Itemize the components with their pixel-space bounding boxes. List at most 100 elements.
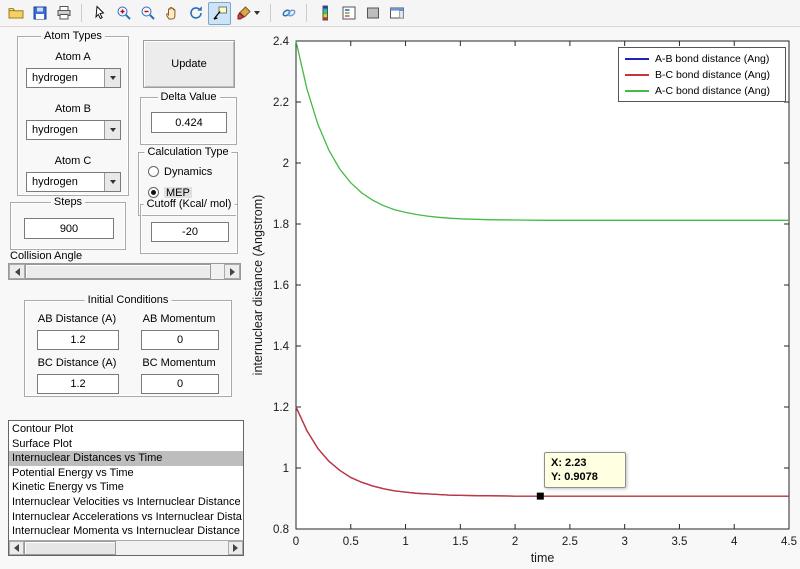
hscroll-right-arrow[interactable]: [228, 541, 243, 555]
list-item[interactable]: Potential Energy vs Time: [9, 466, 243, 481]
datatip-y-value: Y: 0.9078: [551, 471, 598, 483]
atom-types-group: Atom Types Atom A hydrogen Atom B hydrog…: [17, 30, 129, 196]
svg-text:time: time: [531, 551, 555, 565]
zoom-out-icon: [141, 6, 155, 20]
list-item[interactable]: Internuclear Distances vs Time: [9, 451, 243, 466]
brush-icon: [237, 6, 251, 20]
list-item[interactable]: Internuclear Accelerations vs Internucle…: [9, 510, 243, 525]
initial-conditions-title: Initial Conditions: [84, 294, 172, 307]
ab-distance-field[interactable]: [37, 330, 119, 350]
dropdown-button[interactable]: [104, 173, 120, 191]
open-file-button[interactable]: [4, 2, 27, 25]
steps-group: Steps: [10, 196, 126, 250]
svg-text:0.5: 0.5: [343, 536, 359, 548]
figure-toolbar: [0, 0, 800, 27]
update-button[interactable]: Update: [143, 40, 235, 88]
plot-canvas[interactable]: 0 0.5 1 1.5 2 2.5 3 3.5 4 4.5 0.8 1 1.2 1.4 1.6 1.8 2 2.2…: [248, 28, 800, 569]
legend-label: A-C bond distance (Ang): [655, 84, 770, 97]
svg-text:4.5: 4.5: [781, 536, 797, 548]
radio-dynamics[interactable]: Dynamics: [148, 165, 212, 178]
brush-dropdown-icon[interactable]: [254, 11, 260, 15]
ab-distance-label: AB Distance (A): [37, 313, 117, 325]
insert-legend-button[interactable]: [337, 2, 360, 25]
pan-hand-icon: [165, 7, 175, 20]
brush-button[interactable]: [232, 2, 264, 25]
edit-plot-button[interactable]: [88, 2, 111, 25]
zoom-in-button[interactable]: [112, 2, 135, 25]
atom-a-dropdown[interactable]: hydrogen: [26, 68, 121, 88]
delta-value-group: Delta Value: [140, 91, 237, 145]
legend-line-swatch: [625, 57, 649, 60]
pan-button[interactable]: [160, 2, 183, 25]
hide-plot-tools-button[interactable]: [361, 2, 384, 25]
slider-right-arrow[interactable]: [224, 264, 240, 279]
dropdown-button[interactable]: [104, 69, 120, 87]
chevron-down-icon: [109, 128, 116, 132]
atom-c-dropdown[interactable]: hydrogen: [26, 172, 121, 192]
cutoff-group: Cutoff (Kcal/ mol): [140, 198, 238, 254]
legend-entry: A-C bond distance (Ang): [625, 84, 779, 97]
hscroll-thumb[interactable]: [24, 541, 116, 555]
svg-text:1.8: 1.8: [273, 219, 289, 231]
svg-text:1: 1: [283, 463, 289, 475]
calculation-type-title: Calculation Type: [144, 146, 232, 159]
atom-b-value: hydrogen: [32, 124, 78, 136]
listbox-hscrollbar[interactable]: [9, 540, 243, 555]
list-item[interactable]: Internuclear Momenta vs Internuclear Dis…: [9, 524, 243, 539]
data-cursor-button[interactable]: [208, 1, 231, 25]
list-item[interactable]: Surface Plot: [9, 437, 243, 452]
delta-value-field[interactable]: [151, 112, 227, 133]
slider-left-arrow[interactable]: [9, 264, 25, 279]
save-button[interactable]: [28, 2, 51, 25]
list-item[interactable]: Contour Plot: [9, 422, 243, 437]
datatip[interactable]: X: 2.23 Y: 0.9078: [544, 452, 626, 488]
list-item[interactable]: Internuclear Velocities vs Internuclear …: [9, 495, 243, 510]
atom-b-dropdown[interactable]: hydrogen: [26, 120, 121, 140]
hide-plot-tools-icon: [366, 7, 379, 19]
collision-angle-slider[interactable]: [8, 263, 241, 280]
atom-a-value: hydrogen: [32, 72, 78, 84]
data-cursor-icon: [212, 6, 227, 20]
insert-colorbar-button[interactable]: [313, 2, 336, 25]
hscroll-left-arrow[interactable]: [9, 541, 24, 555]
atom-a-label: Atom A: [55, 51, 91, 63]
arrow-right-icon: [229, 267, 235, 276]
plot-legend[interactable]: A-B bond distance (Ang) B-C bond distanc…: [618, 47, 786, 102]
steps-field[interactable]: [24, 218, 114, 239]
svg-text:0: 0: [293, 536, 299, 548]
toolbar-separator: [81, 4, 82, 22]
chevron-down-icon: [109, 76, 116, 80]
hscroll-track[interactable]: [24, 541, 228, 555]
print-button[interactable]: [52, 2, 75, 25]
svg-text:1: 1: [402, 536, 408, 548]
legend-entry: B-C bond distance (Ang): [625, 68, 779, 81]
print-icon: [57, 6, 70, 20]
slider-track[interactable]: [25, 264, 224, 279]
svg-text:1.4: 1.4: [273, 341, 290, 353]
zoom-out-button[interactable]: [136, 2, 159, 25]
atom-c-label: Atom C: [54, 155, 92, 167]
bc-distance-label: BC Distance (A): [37, 357, 117, 369]
slider-thumb[interactable]: [25, 264, 211, 279]
show-plot-tools-button[interactable]: [385, 2, 408, 25]
atom-types-title: Atom Types: [41, 30, 105, 43]
ab-momentum-field[interactable]: [141, 330, 219, 350]
svg-text:1.5: 1.5: [452, 536, 468, 548]
svg-text:2.5: 2.5: [562, 536, 578, 548]
link-plot-button[interactable]: [277, 2, 300, 25]
toolbar-separator: [270, 4, 271, 22]
datatip-x-value: X: 2.23: [551, 457, 587, 469]
link-plot-icon: [282, 9, 295, 17]
ab-momentum-label: AB Momentum: [142, 313, 216, 325]
steps-title: Steps: [50, 196, 86, 209]
chevron-down-icon: [109, 180, 116, 184]
listbox-items: Contour Plot Surface Plot Internuclear Dis…: [9, 421, 243, 540]
list-item[interactable]: Kinetic Energy vs Time: [9, 480, 243, 495]
rotate-3d-button[interactable]: [184, 2, 207, 25]
cutoff-field[interactable]: [151, 222, 229, 242]
plot-type-listbox[interactable]: Contour Plot Surface Plot Internuclear Dis…: [8, 420, 244, 556]
bc-momentum-field[interactable]: [141, 374, 219, 394]
legend-line-swatch: [625, 89, 649, 92]
dropdown-button[interactable]: [104, 121, 120, 139]
bc-distance-field[interactable]: [37, 374, 119, 394]
